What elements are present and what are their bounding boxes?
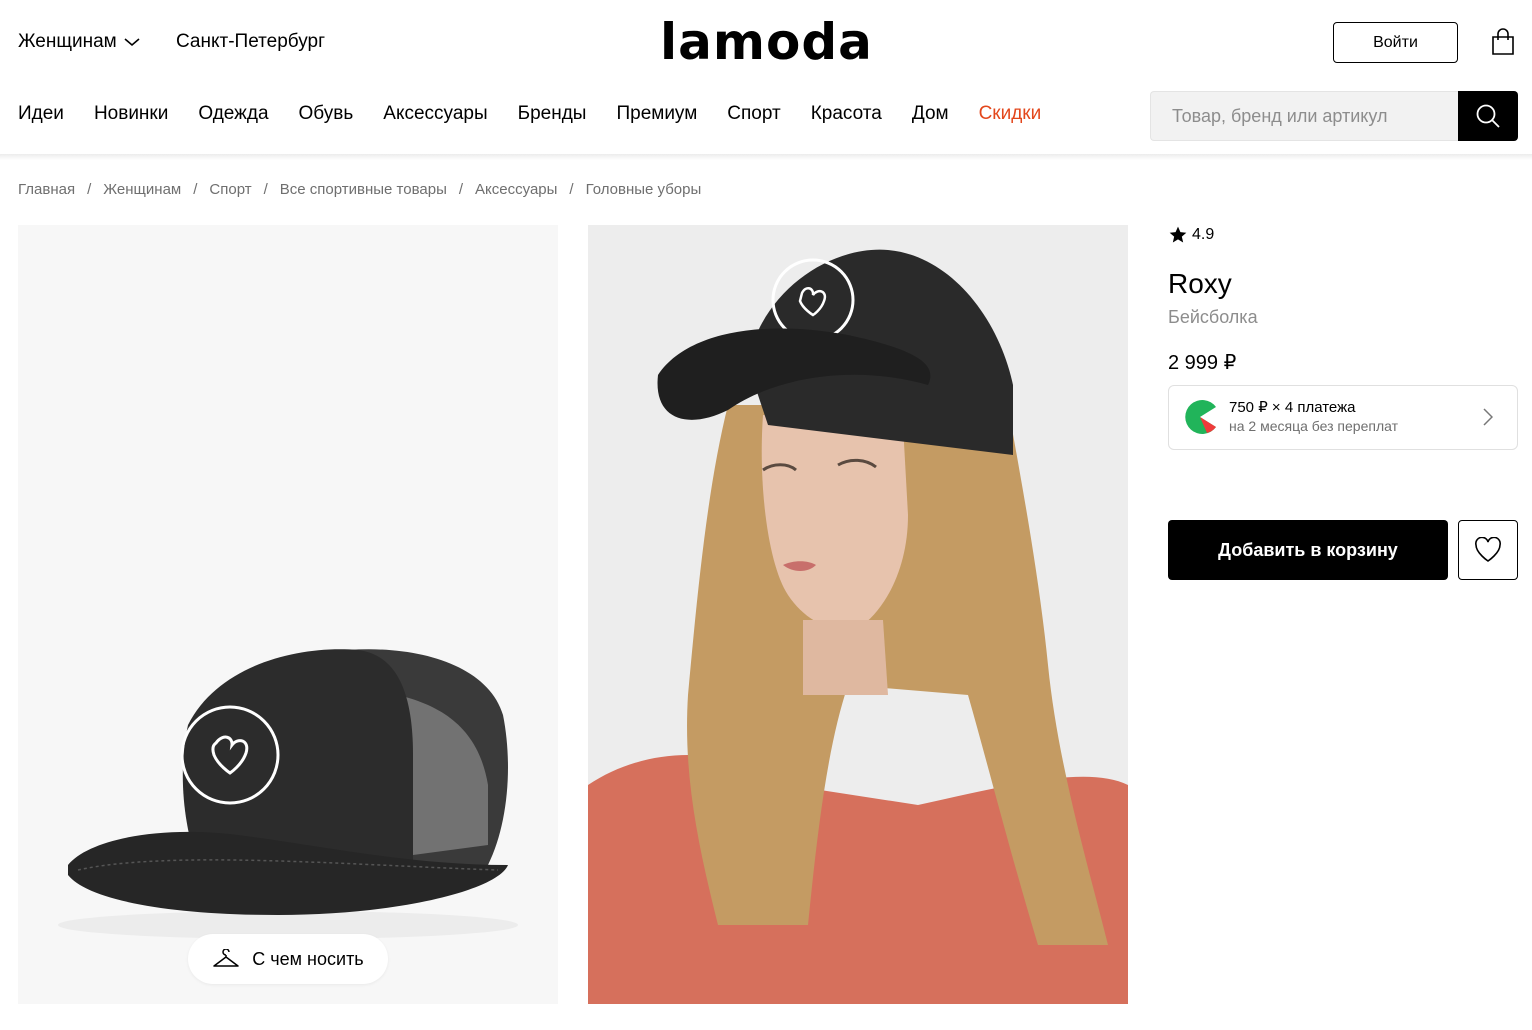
nav-item-premium[interactable]: Премиум bbox=[616, 103, 697, 125]
nav-item-shoes[interactable]: Обувь bbox=[299, 103, 354, 125]
nav-item-sale[interactable]: Скидки bbox=[979, 103, 1042, 125]
nav-item-sport[interactable]: Спорт bbox=[727, 103, 780, 125]
add-to-cart-button[interactable]: Добавить в корзину bbox=[1168, 520, 1448, 580]
star-icon bbox=[1169, 226, 1187, 243]
breadcrumb-separator: / bbox=[458, 181, 464, 198]
nav-item-brands[interactable]: Бренды bbox=[518, 103, 587, 125]
cap-photo bbox=[58, 649, 518, 939]
shopping-bag-icon[interactable] bbox=[1491, 28, 1515, 56]
breadcrumb-separator: / bbox=[263, 181, 268, 198]
search-bar bbox=[1150, 91, 1518, 141]
model-photo bbox=[588, 225, 1128, 1004]
nav-item-clothing[interactable]: Одежда bbox=[198, 103, 268, 125]
city-selector[interactable]: Санкт-Петербург bbox=[176, 31, 325, 53]
breadcrumb-separator: / bbox=[193, 181, 198, 198]
product-image-cap[interactable] bbox=[18, 225, 558, 1004]
chevron-right-icon bbox=[1483, 408, 1493, 426]
nav-item-accessories[interactable]: Аксессуары bbox=[383, 103, 487, 125]
breadcrumb-separator: / bbox=[569, 181, 574, 198]
gender-label: Женщинам bbox=[18, 31, 117, 52]
heart-icon bbox=[1475, 537, 1501, 562]
favorite-button[interactable] bbox=[1458, 520, 1518, 580]
logo[interactable]: lamoda bbox=[660, 13, 873, 71]
search-button[interactable] bbox=[1458, 91, 1518, 141]
hanger-icon bbox=[213, 949, 240, 967]
category-nav: Идеи Новинки Одежда Обувь Аксессуары Бре… bbox=[18, 103, 1071, 125]
header-divider bbox=[0, 154, 1532, 160]
breadcrumb-item-sport[interactable]: Спорт bbox=[209, 181, 251, 198]
header: Женщинам Санкт-Петербург lamoda Войти bbox=[0, 0, 1532, 86]
breadcrumb: Главная / Женщинам / Спорт / Все спортив… bbox=[18, 181, 701, 198]
nav-item-home[interactable]: Дом bbox=[912, 103, 949, 125]
rating-value: 4.9 bbox=[1192, 226, 1215, 243]
product-price: 2 999 ₽ bbox=[1168, 352, 1237, 374]
breadcrumb-item-accessories[interactable]: Аксессуары bbox=[475, 181, 557, 198]
split-payment-icon bbox=[1185, 400, 1216, 434]
login-button[interactable]: Войти bbox=[1333, 22, 1458, 63]
what-to-wear-label: С чем носить bbox=[252, 948, 364, 969]
installment-terms: на 2 месяца без переплат bbox=[1229, 418, 1398, 434]
breadcrumb-item-women[interactable]: Женщинам bbox=[103, 181, 181, 198]
installment-card[interactable]: 750 ₽ × 4 платежа на 2 месяца без перепл… bbox=[1168, 385, 1518, 450]
nav-item-ideas[interactable]: Идеи bbox=[18, 103, 64, 125]
nav-item-new[interactable]: Новинки bbox=[94, 103, 168, 125]
chevron-down-icon bbox=[124, 38, 140, 47]
breadcrumb-separator: / bbox=[87, 181, 92, 198]
product-image-model[interactable] bbox=[588, 225, 1128, 1004]
breadcrumb-item-all-sport[interactable]: Все спортивные товары bbox=[280, 181, 447, 198]
what-to-wear-button[interactable]: С чем носить bbox=[188, 934, 388, 984]
search-icon bbox=[1476, 104, 1500, 128]
breadcrumb-item-headwear[interactable]: Головные уборы bbox=[586, 181, 702, 198]
nav-item-beauty[interactable]: Красота bbox=[811, 103, 882, 125]
product-type: Бейсболка bbox=[1168, 307, 1258, 327]
gender-selector[interactable]: Женщинам bbox=[18, 31, 141, 53]
product-rating[interactable]: 4.9 bbox=[1168, 225, 1214, 245]
search-input[interactable] bbox=[1150, 91, 1458, 141]
installment-amount: 750 ₽ × 4 платежа bbox=[1229, 399, 1356, 416]
product-brand[interactable]: Roxy bbox=[1168, 268, 1232, 300]
breadcrumb-item-home[interactable]: Главная bbox=[18, 181, 75, 198]
